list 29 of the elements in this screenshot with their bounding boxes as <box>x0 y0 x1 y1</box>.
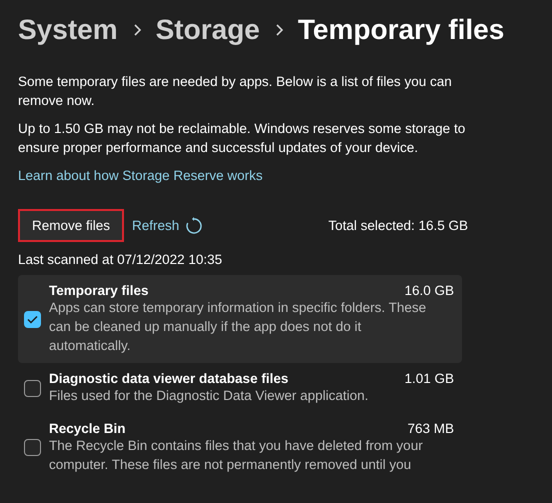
category-size: 16.0 GB <box>404 283 454 298</box>
remove-files-button[interactable]: Remove files <box>18 209 124 242</box>
file-category-row[interactable]: Temporary files 16.0 GB Apps can store temporary information in specific folders. These can be cleaned up manually if the app does not do it automatically. <box>18 275 462 363</box>
checkbox[interactable] <box>24 439 41 456</box>
chevron-icon <box>132 24 142 36</box>
breadcrumb-item: Temporary files <box>298 14 504 46</box>
category-description: Files used for the Diagnostic Data Viewer application. <box>49 387 370 405</box>
learn-link[interactable]: Learn about how Storage Reserve works <box>18 168 263 183</box>
category-size: 763 MB <box>407 421 454 436</box>
refresh-icon <box>185 216 204 234</box>
category-title: Recycle Bin <box>49 421 126 436</box>
category-description: The Recycle Bin contains files that you have deleted from your computer. These files are not permanently removed until you <box>49 437 424 474</box>
last-scanned: Last scanned at 07/12/2022 10:35 <box>18 252 224 267</box>
reserve-note: Up to 1.50 GB may not be reclaimable. Windows reserves some storage to ensure proper performance and successful updates of your device. <box>18 120 466 157</box>
check-icon <box>27 314 38 324</box>
file-category-row[interactable]: Recycle Bin 763 MB The Recycle Bin contains files that you have deleted from your computer. These files are not permanently removed until you <box>18 413 462 482</box>
chevron-icon <box>274 24 284 36</box>
total-selected: Total selected: 16.5 GB <box>328 218 468 233</box>
refresh-link[interactable]: Refresh <box>132 216 204 234</box>
checkbox[interactable] <box>24 310 41 328</box>
checkbox[interactable] <box>24 380 41 396</box>
category-title: Diagnostic data viewer database files <box>49 371 288 386</box>
breadcrumb-item[interactable]: System <box>18 14 118 46</box>
file-category-row[interactable]: Diagnostic data viewer database files 1.01 GB Files used for the Diagnostic Data Viewer application. <box>18 363 462 413</box>
intro-text: Some temporary files are needed by apps. Below is a list of files you can remove now. <box>18 73 453 110</box>
breadcrumb-item[interactable]: Storage <box>156 14 260 46</box>
category-description: Apps can store temporary information in specific folders. These can be cleaned up manually if the app does not do it automatically. <box>49 299 428 355</box>
category-title: Temporary files <box>49 283 149 298</box>
category-size: 1.01 GB <box>404 371 454 386</box>
